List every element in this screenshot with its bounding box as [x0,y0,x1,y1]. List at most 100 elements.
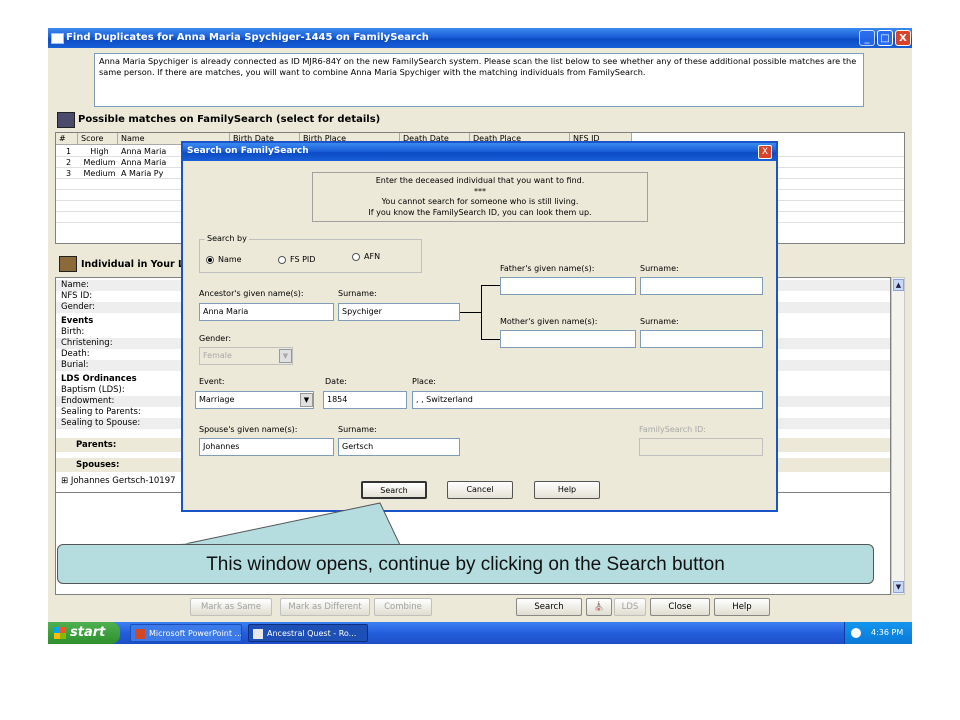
windows-logo-icon [54,627,66,639]
father-surname-input[interactable] [640,277,763,295]
scroll-down-icon[interactable]: ▼ [893,581,904,593]
notice-line: *** [474,186,486,196]
radio-label: Name [218,255,242,264]
main-window-title: Find Duplicates for Anna Maria Spychiger… [66,32,429,43]
connector-line [481,285,501,286]
radio-label: AFN [364,252,381,261]
row-num: 2 [65,158,72,167]
combine-button[interactable]: Combine [374,598,432,616]
mark-as-different-button[interactable]: Mark as Different [280,598,370,616]
start-button[interactable]: start [48,622,120,644]
taskbar-item-powerpoint[interactable]: Microsoft PowerPoint ... [130,624,242,642]
spouse-entry: Johannes Gertsch-10197 [70,476,176,486]
connector-line [460,312,481,313]
mother-surname-label: Surname: [640,317,679,326]
father-given-input[interactable] [500,277,636,295]
taskbar-item-ancestral-quest[interactable]: Ancestral Quest - Ro... [248,624,368,642]
search-by-label: Search by [205,234,249,243]
fsid-label: FamilySearch ID: [639,425,706,434]
instruction-callout: This window opens, continue by clicking … [57,544,874,584]
ancestor-given-label: Ancestor's given name(s): [199,289,304,298]
radio-unselected-icon [352,252,360,261]
row-score: Medium [83,158,116,167]
search-dialog: Search on FamilySearch X Enter the decea… [181,141,778,512]
mother-given-input[interactable] [500,330,636,348]
ancestor-surname-input[interactable]: Spychiger [338,303,460,321]
gender-label: Gender: [199,334,232,343]
tree-icon [57,112,75,128]
maximize-button[interactable]: □ [877,30,893,46]
info-message-box: Anna Maria Spychiger is already connecte… [94,53,864,107]
gender-select[interactable]: Female ▼ [199,347,293,365]
lds-button[interactable]: LDS [614,598,646,616]
notice-line: Enter the deceased individual that you w… [375,176,585,185]
app-icon [51,33,64,44]
clock[interactable]: 4:36 PM [871,622,903,644]
ancestor-surname-label: Surname: [338,289,377,298]
system-tray: 4:36 PM [844,622,912,644]
dialog-titlebar: Search on FamilySearch X [183,143,776,161]
dialog-search-button[interactable]: Search [361,481,427,499]
start-label: start [70,625,106,640]
event-select[interactable]: Marriage ▼ [195,391,314,409]
ancestor-given-input[interactable]: Anna Maria [199,303,334,321]
place-label: Place: [412,377,436,386]
scroll-up-icon[interactable]: ▲ [893,279,904,291]
radio-unselected-icon [278,255,286,264]
help-button[interactable]: Help [714,598,770,616]
connector-line [481,285,482,340]
spouse-surname-input[interactable]: Gertsch [338,438,460,456]
expand-icon[interactable]: ⊞ [61,476,68,486]
tray-shield-icon[interactable] [851,628,861,638]
col-header-score[interactable]: Score [78,133,118,145]
father-given-label: Father's given name(s): [500,264,595,273]
col-header-num[interactable]: # [56,133,78,145]
notice-line: You cannot search for someone who is sti… [381,197,579,206]
individual-section-title: Individual in Your Lo [81,259,191,270]
dialog-cancel-button[interactable]: Cancel [447,481,513,499]
search-notice: Enter the deceased individual that you w… [312,172,648,222]
dialog-close-button[interactable]: X [758,145,772,159]
fsid-input[interactable] [639,438,763,456]
row-num: 1 [65,147,72,156]
main-search-button[interactable]: Search [516,598,582,616]
dropdown-arrow-icon[interactable]: ▼ [300,393,313,407]
place-input[interactable]: , , Switzerland [412,391,763,409]
matches-section-title: Possible matches on FamilySearch (select… [78,114,381,125]
spouse-given-input[interactable]: Johannes [199,438,334,456]
detail-scrollbar[interactable]: ▲ ▼ [891,277,905,595]
powerpoint-icon [135,629,145,639]
radio-afn[interactable]: AFN [352,252,380,261]
date-input[interactable]: 1854 [323,391,407,409]
taskbar-item-label: Microsoft PowerPoint ... [149,629,242,638]
event-label: Event: [199,377,225,386]
taskbar-item-label: Ancestral Quest - Ro... [267,629,357,638]
row-score: High [90,147,109,156]
radio-label: FS PID [290,255,316,264]
close-button[interactable]: Close [650,598,710,616]
radio-selected-icon [206,255,214,264]
main-window-titlebar: Find Duplicates for Anna Maria Spychiger… [48,28,912,48]
ancestral-quest-icon [253,629,263,639]
mark-as-same-button[interactable]: Mark as Same [190,598,272,616]
spouse-given-label: Spouse's given name(s): [199,425,298,434]
row-num: 3 [65,169,72,178]
windows-taskbar: start Microsoft PowerPoint ... Ancestral… [48,622,912,644]
spouse-surname-label: Surname: [338,425,377,434]
mother-surname-input[interactable] [640,330,763,348]
gender-value: Female [203,351,232,360]
notice-line: If you know the FamilySearch ID, you can… [368,207,592,217]
dialog-help-button[interactable]: Help [534,481,600,499]
radio-fs-pid[interactable]: FS PID [278,255,315,264]
individual-icon [59,256,77,272]
minimize-button[interactable]: _ [859,30,875,46]
close-window-button[interactable]: X [895,30,911,46]
dialog-title: Search on FamilySearch [187,146,309,156]
dropdown-arrow-icon[interactable]: ▼ [279,349,292,363]
event-value: Marriage [199,395,235,404]
father-surname-label: Surname: [640,264,679,273]
connector-line [481,339,501,340]
radio-name[interactable]: Name [206,255,242,264]
row-score: Medium [83,169,116,178]
lds-temple-icon[interactable]: ⛪ [586,598,612,616]
